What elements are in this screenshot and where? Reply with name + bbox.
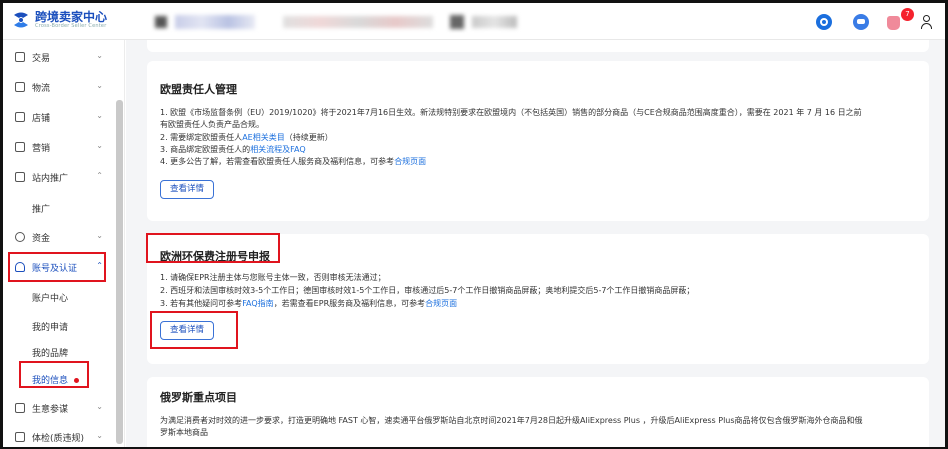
sidebar-item-logistics[interactable]: 物流 ⌄ [3, 77, 115, 97]
compliance-page-link[interactable]: 合规页面 [394, 157, 426, 166]
card-top-partial [147, 40, 929, 52]
chevron-down-icon: ⌄ [96, 402, 103, 411]
sidebar-item-marketing[interactable]: 营销 ⌄ [3, 137, 115, 157]
store-icon [15, 112, 25, 122]
card-text-line3: 3. 若有其他疑问可参考FAQ指南，若需查看EPR服务商及福利信息，可参考合规页… [160, 298, 457, 310]
message-icon[interactable] [853, 14, 869, 30]
card-text-line2: 2. 需要绑定欧盟责任人AE相关类目（持续更新） [160, 132, 333, 144]
sidebar-item-funds[interactable]: 资金 ⌄ [3, 227, 115, 247]
text: ，若需查看EPR服务商及福利信息，可参考 [273, 299, 426, 308]
view-details-button[interactable]: 查看详情 [160, 180, 215, 199]
sidebar-item-label: 营销 [32, 143, 51, 154]
blurred-account-info-2 [283, 12, 438, 32]
blurred-account-info-3 [450, 12, 520, 32]
chevron-down-icon: ⌄ [96, 81, 103, 90]
blurred-account-info-1 [153, 12, 263, 32]
highlight-box-epr-title [146, 233, 280, 263]
sidebar-item-label: 物流 [32, 83, 51, 94]
card-text-line1: 1. 欧盟《市场监督条例（EU）2019/1020》将于2021年7月16日生效… [160, 108, 862, 117]
compliance-page-link[interactable]: 合规页面 [425, 299, 457, 308]
chevron-down-icon: ⌄ [96, 141, 103, 150]
coin-icon [15, 232, 25, 242]
service-icon[interactable] [816, 14, 832, 30]
card-text-line4: 4. 更多公告了解，若需查看欧盟责任人服务商及福利信息，可参考合规页面 [160, 156, 426, 168]
ae-category-link[interactable]: AE相关类目 [242, 133, 285, 142]
card-title: 俄罗斯重点项目 [160, 391, 237, 404]
text: 3. 商品绑定欧盟责任人的 [160, 145, 251, 154]
sidebar-scrollbar[interactable] [116, 100, 123, 444]
sidebar-item-label: 资金 [32, 233, 51, 244]
faq-guide-link[interactable]: FAQ指南 [242, 299, 274, 308]
sidebar-item-health-check[interactable]: 体检(质违规) ⌄ [3, 427, 115, 447]
text: 3. 若有其他疑问可参考 [160, 299, 243, 308]
logo-subtitle: Cross-Border Seller Center [35, 23, 107, 29]
megaphone-icon [15, 142, 25, 152]
sidebar-item-label: 店铺 [32, 113, 51, 124]
logo-title: 跨境卖家中心 [35, 10, 108, 24]
sidebar-item-business-advisor[interactable]: 生意参谋 ⌄ [3, 398, 115, 418]
sidebar-item-trade[interactable]: 交易 ⌄ [3, 47, 115, 67]
sidebar-item-label: 站内推广 [32, 173, 69, 184]
top-header: 跨境卖家中心 Cross-Border Seller Center 7 [3, 3, 945, 40]
sidebar-subitem-my-brands[interactable]: 我的品牌 [32, 346, 68, 359]
highlight-box-account [8, 252, 106, 282]
bar-chart-icon [15, 403, 25, 413]
chevron-down-icon: ⌄ [96, 431, 103, 440]
sidebar-item-ads[interactable]: 站内推广 ⌃ [3, 167, 115, 187]
sidebar-item-label: 体检(质违规) [32, 433, 85, 444]
aliexpress-logo-icon [14, 12, 28, 28]
sidebar-subitem-my-applications[interactable]: 我的申请 [32, 320, 68, 333]
card-text-line1b: 有欧盟责任人负责产品合规。 [160, 120, 264, 129]
text: （持续更新） [284, 133, 333, 142]
card-text-line1: 为满足消费者对时效的进一步要求，打造更明确地 FAST 心智，速卖通平台俄罗斯站… [160, 416, 863, 425]
process-faq-link[interactable]: 相关流程及FAQ [250, 145, 306, 154]
sidebar-item-label: 生意参谋 [32, 404, 69, 415]
notification-badge: 7 [901, 8, 914, 21]
chevron-down-icon: ⌄ [96, 51, 103, 60]
sidebar-subitem-promotion[interactable]: 推广 [32, 202, 50, 215]
shield-icon [15, 432, 25, 442]
card-text-line3: 3. 商品绑定欧盟责任人的相关流程及FAQ [160, 144, 306, 156]
card-eu-responsible-person: 欧盟责任人管理 1. 欧盟《市场监督条例（EU）2019/1020》将于2021… [147, 61, 929, 221]
ad-icon [15, 172, 25, 182]
card-text-line1: 1. 请确保EPR注册主体与您账号主体一致，否则审核无法通过； [160, 273, 386, 282]
chevron-down-icon: ⌄ [96, 231, 103, 240]
text: 4. 更多公告了解，若需查看欧盟责任人服务商及福利信息，可参考 [160, 157, 395, 166]
main-content: 欧盟责任人管理 1. 欧盟《市场监督条例（EU）2019/1020》将于2021… [126, 40, 945, 447]
card-text-line1b: 罗斯本地商品 [160, 428, 208, 437]
highlight-box-epr-button [150, 311, 238, 349]
highlight-box-my-info [19, 361, 89, 388]
card-russia-key-project: 俄罗斯重点项目 为满足消费者对时效的进一步要求，打造更明确地 FAST 心智，速… [147, 377, 929, 447]
sidebar-item-label: 交易 [32, 53, 51, 64]
card-title: 欧盟责任人管理 [160, 83, 237, 96]
clipboard-icon [15, 52, 25, 62]
sidebar-subitem-account-center[interactable]: 账户中心 [32, 291, 68, 304]
bell-icon[interactable] [887, 16, 900, 30]
sidebar-item-store[interactable]: 店铺 ⌄ [3, 107, 115, 127]
logo[interactable]: 跨境卖家中心 Cross-Border Seller Center [11, 11, 107, 29]
sidebar: 交易 ⌄ 物流 ⌄ 店铺 ⌄ 营销 ⌄ 站内推广 ⌃ 推广 资金 ⌄ 账号及认证… [3, 40, 125, 447]
user-icon[interactable] [919, 14, 935, 30]
card-text-line2: 2. 西班牙和法国审核时效3-5个工作日；德国审核时效1-5个工作日，审核通过后… [160, 286, 695, 295]
text: 2. 需要绑定欧盟责任人 [160, 133, 243, 142]
chevron-up-icon: ⌃ [96, 171, 103, 180]
chevron-down-icon: ⌄ [96, 111, 103, 120]
truck-icon [15, 82, 25, 92]
